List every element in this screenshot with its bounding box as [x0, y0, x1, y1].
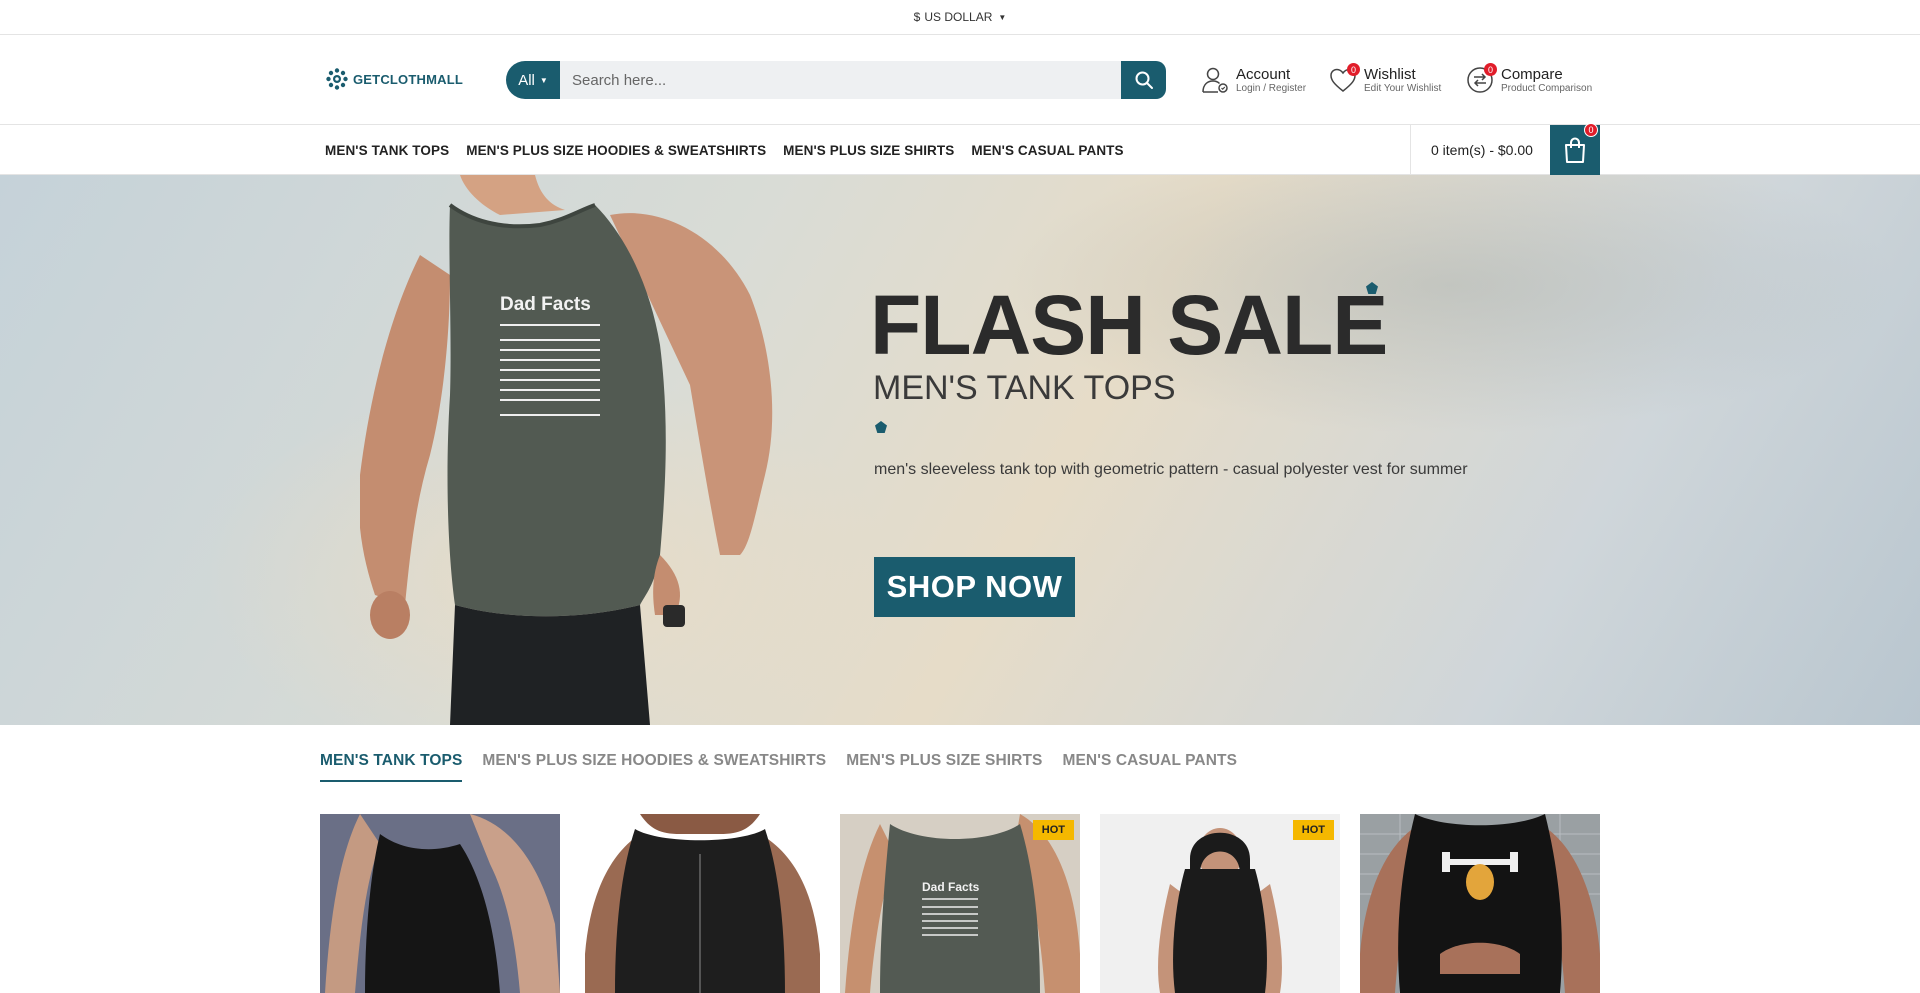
- search-category-label: All: [518, 71, 535, 89]
- currency-symbol: $: [913, 10, 921, 24]
- top-bar: $ US DOLLAR ▼: [0, 0, 1920, 35]
- currency-label: US DOLLAR: [924, 10, 993, 24]
- cart-button[interactable]: 0: [1550, 123, 1600, 175]
- nav-item-mens-plus-size-hoodies[interactable]: MEN'S PLUS SIZE HOODIES & SWEATSHIRTS: [466, 143, 766, 158]
- pentagon-decoration-icon: [875, 421, 887, 433]
- chevron-down-icon: ▼: [998, 12, 1007, 22]
- hero-subtitle: MEN'S TANK TOPS: [873, 369, 1176, 407]
- product-image: [1360, 814, 1600, 993]
- wishlist-subtitle: Edit Your Wishlist: [1364, 83, 1442, 94]
- logo-icon: [326, 68, 348, 90]
- heart-icon: 0: [1328, 63, 1360, 95]
- account-link[interactable]: Account Login / Register: [1200, 65, 1306, 96]
- cart-count-badge: 0: [1584, 123, 1598, 137]
- logo-text: GETCLOTHMALL: [353, 71, 463, 87]
- product-image: [1100, 814, 1340, 993]
- tab-mens-plus-size-shirts[interactable]: MEN'S PLUS SIZE SHIRTS: [846, 752, 1042, 782]
- chevron-down-icon: ▼: [539, 75, 548, 85]
- product-image: [580, 814, 820, 993]
- product-grid: Dad Facts HOT HOT: [320, 814, 1600, 993]
- hot-badge: HOT: [1292, 820, 1334, 840]
- compare-subtitle: Product Comparison: [1501, 83, 1593, 94]
- hero-description: men's sleeveless tank top with geometric…: [874, 461, 1468, 478]
- compare-link[interactable]: 0 Compare Product Comparison: [1465, 63, 1593, 96]
- product-card[interactable]: Dad Facts HOT: [840, 814, 1080, 993]
- logo[interactable]: GETCLOTHMALL: [325, 67, 463, 91]
- compare-count-badge: 0: [1484, 63, 1497, 76]
- product-card[interactable]: [580, 814, 820, 993]
- account-subtitle: Login / Register: [1236, 83, 1307, 94]
- currency-selector[interactable]: $ US DOLLAR ▼: [914, 10, 1007, 24]
- cart-summary: 0 item(s) - $0.00: [1431, 142, 1533, 158]
- wishlist-link[interactable]: 0 Wishlist Edit Your Wishlist: [1328, 63, 1442, 96]
- account-title: Account: [1236, 66, 1291, 83]
- search-input[interactable]: [560, 61, 1121, 99]
- user-icon: [1200, 65, 1230, 95]
- search-bar: All ▼: [506, 61, 1166, 99]
- nav-item-mens-plus-size-shirts[interactable]: MEN'S PLUS SIZE SHIRTS: [783, 143, 954, 158]
- shopping-bag-icon: [1565, 137, 1585, 163]
- product-card[interactable]: [320, 814, 560, 993]
- hero-banner: Dad Facts FLASH SALE MEN'S TANK TOPS men…: [0, 175, 1920, 725]
- hot-badge: HOT: [1032, 820, 1074, 840]
- search-icon: [1135, 71, 1153, 89]
- wishlist-count-badge: 0: [1347, 63, 1360, 76]
- tab-mens-plus-size-hoodies[interactable]: MEN'S PLUS SIZE HOODIES & SWEATSHIRTS: [482, 752, 826, 782]
- product-card[interactable]: [1360, 814, 1600, 993]
- wishlist-title: Wishlist: [1364, 66, 1416, 83]
- mini-cart[interactable]: 0 item(s) - $0.00 0: [1410, 123, 1600, 175]
- nav-item-mens-casual-pants[interactable]: MEN'S CASUAL PANTS: [971, 143, 1123, 158]
- search-category-dropdown[interactable]: All ▼: [506, 61, 560, 99]
- main-nav: MEN'S TANK TOPS MEN'S PLUS SIZE HOODIES …: [0, 123, 1920, 175]
- site-header: GETCLOTHMALL All ▼ Account Logi: [0, 35, 1920, 125]
- product-image: [320, 814, 560, 993]
- search-button[interactable]: [1121, 61, 1166, 99]
- product-print-title: Dad Facts: [922, 880, 980, 894]
- tab-mens-casual-pants[interactable]: MEN'S CASUAL PANTS: [1062, 752, 1237, 782]
- hero-model-image: Dad Facts: [360, 175, 773, 725]
- product-category-tabs: MEN'S TANK TOPS MEN'S PLUS SIZE HOODIES …: [320, 752, 1237, 782]
- product-card[interactable]: HOT: [1100, 814, 1340, 993]
- product-image: Dad Facts: [840, 814, 1080, 993]
- nav-item-mens-tank-tops[interactable]: MEN'S TANK TOPS: [325, 143, 449, 158]
- hero-shirt-print-title: Dad Facts: [500, 294, 591, 315]
- hero-title: FLASH SALE: [870, 278, 1388, 372]
- compare-title: Compare: [1501, 66, 1563, 83]
- shop-now-button[interactable]: SHOP NOW: [874, 557, 1075, 617]
- tab-mens-tank-tops[interactable]: MEN'S TANK TOPS: [320, 752, 463, 782]
- pentagon-decoration-icon: [1366, 282, 1378, 294]
- compare-icon: 0: [1465, 63, 1497, 95]
